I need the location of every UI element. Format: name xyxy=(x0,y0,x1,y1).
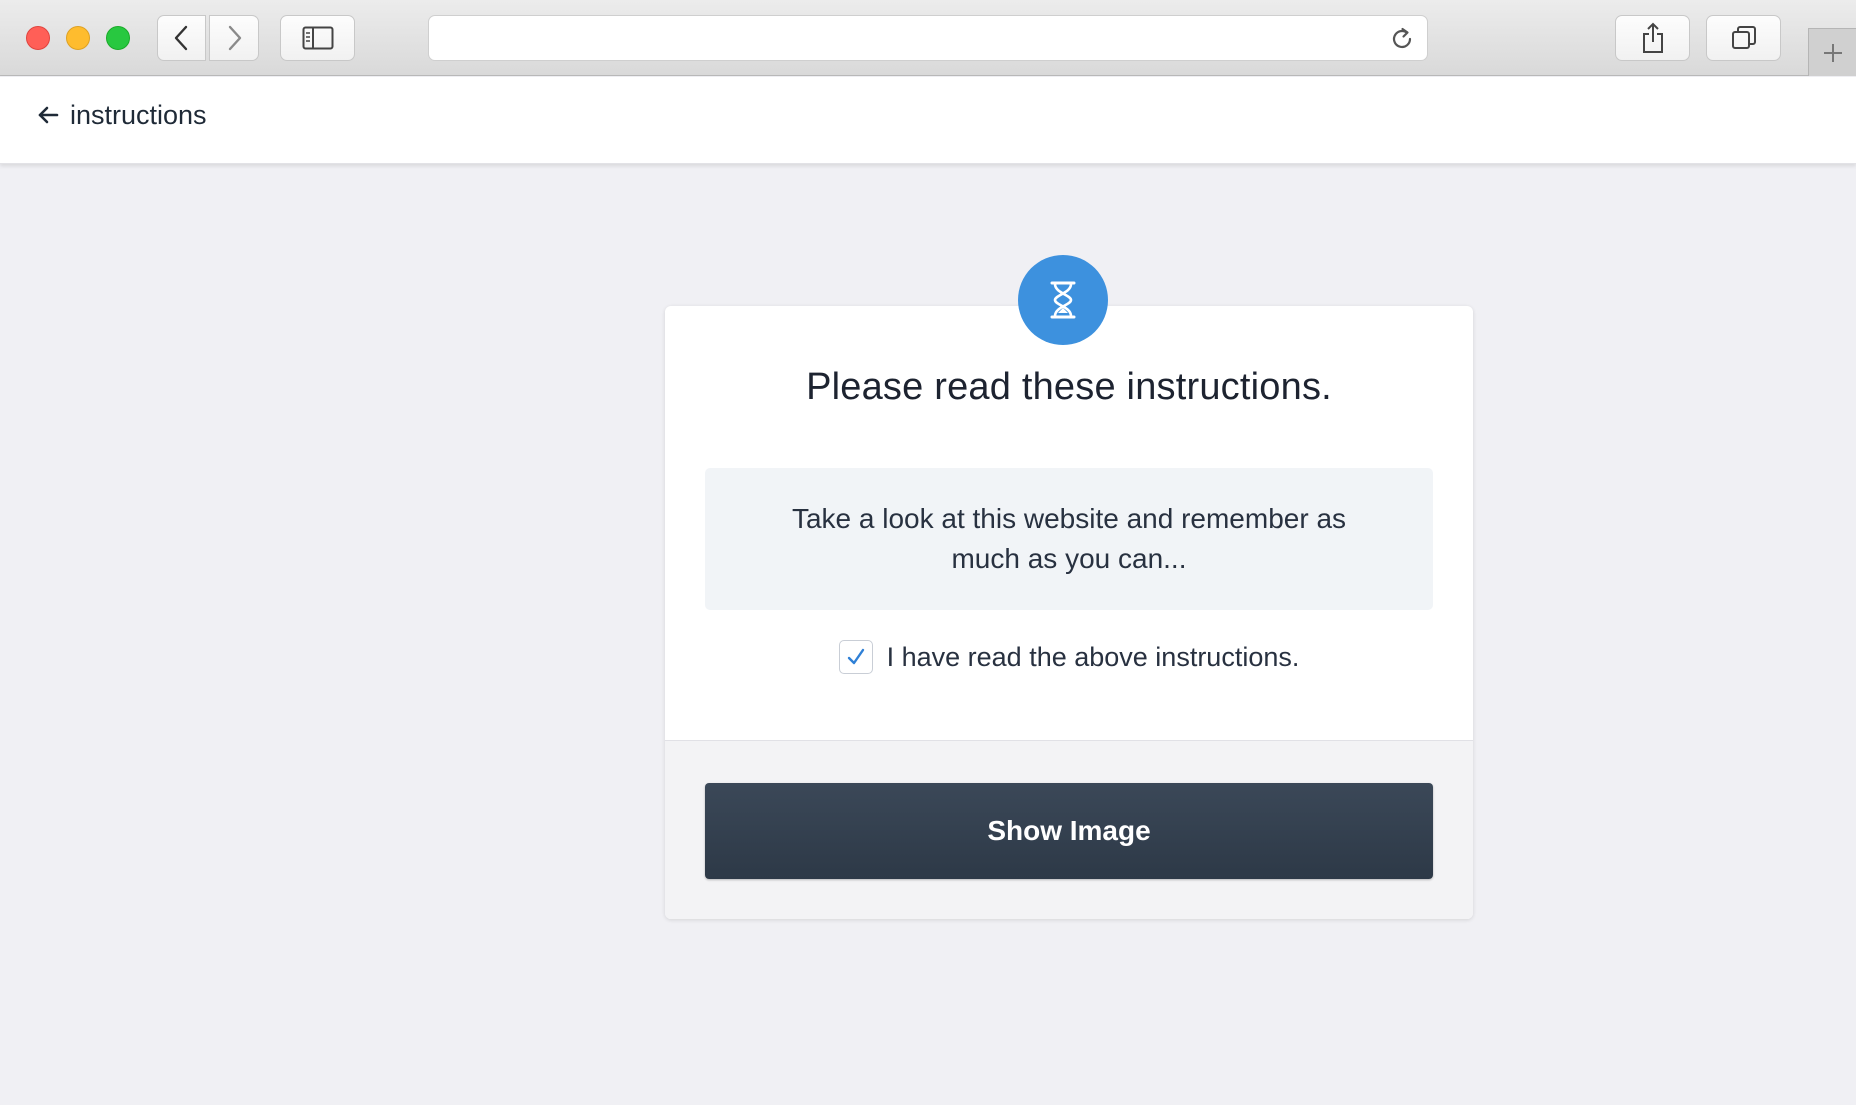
url-input[interactable] xyxy=(443,24,1383,52)
show-tabs-button[interactable] xyxy=(1706,15,1781,61)
zoom-window-button[interactable] xyxy=(106,26,130,50)
browser-toolbar xyxy=(0,0,1856,76)
checkmark-icon xyxy=(847,648,864,665)
card-footer: Show Image xyxy=(665,740,1473,919)
reload-icon[interactable] xyxy=(1389,26,1415,52)
confirm-row: I have read the above instructions. xyxy=(665,640,1473,674)
close-window-button[interactable] xyxy=(26,26,50,50)
browser-forward-button[interactable] xyxy=(209,15,259,61)
card-body: Please read these instructions. Take a l… xyxy=(665,306,1473,740)
tabs-icon xyxy=(1731,26,1756,49)
url-bar[interactable] xyxy=(428,15,1428,61)
instructions-card: Please read these instructions. Take a l… xyxy=(665,306,1473,919)
show-image-button[interactable]: Show Image xyxy=(705,783,1433,879)
hourglass-badge xyxy=(1018,255,1108,345)
app-header: instructions xyxy=(0,77,1856,164)
minimize-window-button[interactable] xyxy=(66,26,90,50)
sidebar-icon xyxy=(302,26,333,50)
back-to-instructions-link[interactable]: instructions xyxy=(36,95,207,135)
sidebar-toggle-button[interactable] xyxy=(280,15,355,61)
hourglass-icon xyxy=(1050,281,1076,319)
chevron-right-icon xyxy=(228,25,242,51)
instruction-box: Take a look at this website and remember… xyxy=(705,468,1433,610)
back-link-label: instructions xyxy=(70,99,207,130)
share-icon xyxy=(1642,22,1663,53)
plus-icon xyxy=(1823,43,1842,62)
confirm-label[interactable]: I have read the above instructions. xyxy=(887,642,1300,673)
browser-back-button[interactable] xyxy=(157,15,206,61)
new-tab-button[interactable] xyxy=(1808,28,1856,76)
page-title: Please read these instructions. xyxy=(806,366,1332,408)
chevron-left-icon xyxy=(174,25,187,51)
confirm-checkbox[interactable] xyxy=(838,640,873,674)
share-button[interactable] xyxy=(1615,15,1690,61)
arrow-left-icon xyxy=(38,106,59,124)
instruction-text: Take a look at this website and remember… xyxy=(791,503,1347,574)
